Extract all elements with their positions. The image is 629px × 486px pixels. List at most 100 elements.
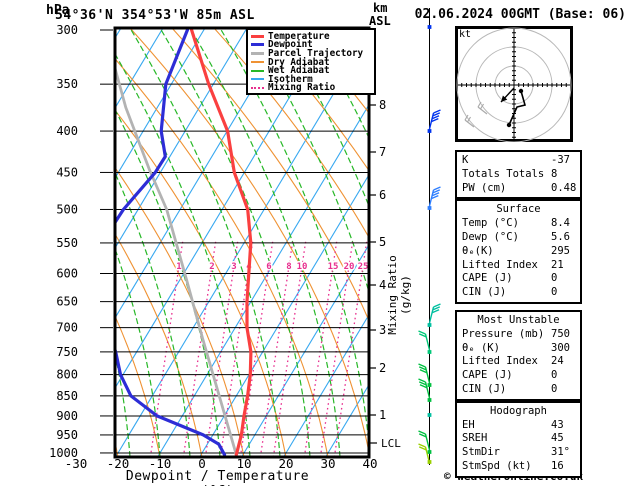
indices-row: Pressure (mb) 750: [457, 328, 580, 342]
valid-datetime: 02.06.2024 00GMT (Base: 06): [414, 7, 626, 22]
indices-row-value: 5.6: [551, 230, 570, 243]
indices-row-value: 295: [551, 244, 570, 257]
mixing-ratio-line: [182, 239, 217, 457]
indices-row: CAPE (J) 0: [457, 272, 580, 286]
indices-row: Temp (°C) 8.4: [457, 217, 580, 231]
indices-row-label: Dewp (°C): [462, 230, 519, 243]
indices-box-header: Most Unstable: [477, 313, 560, 326]
indices-box: Surface Temp (°C) 8.4 Dewp (°C) 5.6 θₑ(K) 295 L…: [455, 199, 582, 304]
wind-barb: [428, 109, 441, 130]
station-title: 54°36'N 354°53'W 85m ASL: [55, 8, 255, 23]
indices-row-label: Lifted Index: [462, 355, 538, 368]
legend-line-sample: [251, 86, 264, 89]
indices-row-value: 0.48: [551, 181, 577, 194]
indices-row: θₑ(K) 295: [457, 245, 580, 259]
lcl-label: LCL: [381, 437, 401, 450]
indices-row-label: PW (cm): [462, 181, 507, 194]
indices-row-label: CAPE (J): [462, 272, 513, 285]
legend-line-sample: [251, 34, 264, 38]
legend-line-sample: [251, 69, 264, 72]
wind-level-marker: [427, 398, 432, 402]
wind-level-marker: [427, 206, 432, 210]
indices-row-value: 750: [551, 327, 570, 340]
temp-tick-label: 40: [362, 456, 377, 471]
indices-row-value: 24: [551, 355, 564, 368]
legend-line-sample: [251, 43, 264, 47]
legend-item: Mixing Ratio: [251, 82, 374, 93]
indices-row-value: -37: [551, 154, 570, 166]
hodograph-panel: [455, 26, 573, 142]
indices-row-label: Totals Totals: [462, 167, 545, 180]
wind-barb: [428, 186, 441, 207]
indices-row-label: CAPE (J): [462, 369, 513, 382]
indices-row-value: 31°: [551, 446, 570, 459]
sounding-chart-page: 1 2 3 4 6 8 10 15 20 25 300 350 400 450 500 550 600 650 70…: [0, 0, 629, 486]
pressure-tick-label: 800: [56, 368, 78, 382]
pressure-tick-label: 450: [56, 165, 78, 179]
indices-row-label: EH: [462, 418, 475, 431]
indices-row-label: StmDir: [462, 446, 500, 459]
wind-level-marker: [427, 25, 432, 29]
indices-box: Hodograph EH 43 SREH 45 StmDir 31° StmSpd (kt) 1…: [455, 400, 582, 478]
wind-level-marker: [427, 450, 432, 454]
indices-box-header: Hodograph: [490, 404, 547, 417]
wind-level-marker: [427, 323, 432, 327]
wind-level-marker: [427, 460, 432, 464]
mixing-ratio-value-label: 25: [358, 262, 369, 272]
km-tick-label: 7: [379, 145, 386, 159]
km-tick-label: 1: [379, 408, 386, 422]
indices-row: PW (cm) 0.48: [457, 182, 580, 196]
indices-row: StmSpd (kt) 16: [457, 460, 580, 474]
pressure-tick-label: 650: [56, 295, 78, 309]
indices-row: Lifted Index 21: [457, 259, 580, 273]
indices-row: Totals Totals 8: [457, 168, 580, 182]
mixing-ratio-line: [204, 239, 239, 457]
indices-row: EH 43: [457, 419, 580, 433]
indices-row: Dewp (°C) 5.6: [457, 231, 580, 245]
hodograph-trace-dot: [506, 122, 512, 128]
indices-box-header: Surface: [496, 203, 541, 216]
mixing-ratio-axis-title: Mixing Ratio (g/kg): [386, 255, 412, 335]
temp-tick-label: -30: [65, 456, 88, 471]
pressure-tick-label: 550: [56, 236, 78, 250]
pressure-tick-label: 600: [56, 267, 78, 281]
hodograph-units-label: kt: [459, 29, 472, 40]
indices-row-value: 0: [551, 382, 558, 395]
km-tick-label: 8: [379, 98, 386, 112]
indices-row-label: Pressure (mb): [462, 327, 545, 340]
indices-row: SREH 45: [457, 432, 580, 446]
wind-level-marker: [427, 383, 432, 387]
indices-row-label: SREH: [462, 432, 488, 445]
indices-row: CIN (J) 0: [457, 286, 580, 300]
pressure-tick-label: 900: [56, 409, 78, 423]
wind-barb: [428, 303, 441, 324]
indices-row: K -37: [457, 154, 580, 168]
indices-row: StmDir 31°: [457, 446, 580, 460]
mixing-ratio-value-label: 15: [328, 262, 339, 272]
km-tick-label: 2: [379, 361, 386, 375]
mixing-ratio-value-label: 6: [266, 262, 271, 272]
wet-adiabat-line: [0, 28, 100, 457]
pressure-tick-label: 950: [56, 428, 78, 442]
altitude-axis-units-km: km: [373, 1, 388, 15]
wind-barb: [418, 330, 431, 351]
indices-row: θₑ (K) 300: [457, 342, 580, 356]
indices-row-label: Lifted Index: [462, 258, 538, 271]
pressure-tick-label: 300: [56, 23, 78, 37]
mixing-ratio-line: [333, 239, 368, 457]
indices-row-value: 8: [551, 167, 558, 180]
indices-row-label: K: [462, 154, 469, 166]
indices-panels: K -37 Totals Totals 8 PW (cm) 0.48 Surface Temp…: [455, 150, 582, 478]
pressure-tick-label: 400: [56, 124, 78, 138]
indices-box: Most Unstable Pressure (mb) 750 θₑ (K) 300 Li…: [455, 309, 582, 401]
indices-row-label: θₑ(K): [462, 244, 494, 257]
mixing-ratio-value-label: 20: [344, 262, 355, 272]
pressure-tick-label: 750: [56, 345, 78, 359]
indices-row-value: 45: [551, 432, 564, 445]
indices-row-value: 0: [551, 272, 558, 285]
wind-level-marker: [427, 129, 432, 133]
km-tick-label: 6: [379, 188, 386, 202]
indices-row: CIN (J) 0: [457, 383, 580, 397]
wind-barb: [418, 378, 431, 399]
hodograph-trace-dot: [518, 88, 524, 94]
